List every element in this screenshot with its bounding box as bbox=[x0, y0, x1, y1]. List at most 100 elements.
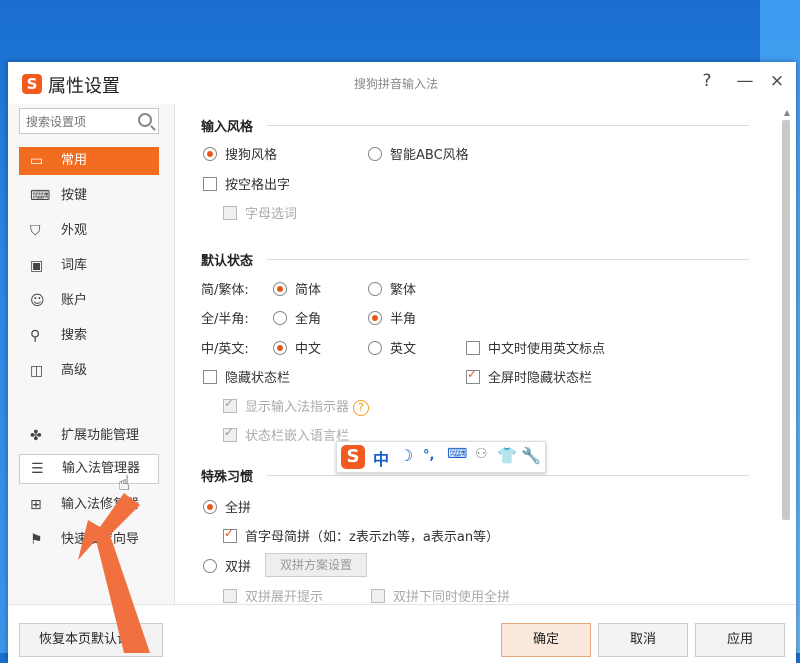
sidebar: ▭ 常用 ⌨ 按键 ⛉ 外观 ▣ 词库 ☺ 账户 ⚲ 搜索 ◫ 高级 ✤ 扩展 bbox=[8, 104, 175, 604]
show-indicator-checkbox[interactable]: 显示输入法指示器? bbox=[223, 396, 370, 416]
flag-icon: ⚑ bbox=[30, 532, 43, 548]
dialog-footer: 恢复本页默认设置 确定 取消 应用 bbox=[8, 604, 796, 663]
radio-icon bbox=[273, 341, 287, 355]
sidebar-item-label: 外观 bbox=[61, 223, 88, 238]
sidebar-item-search[interactable]: ⚲ 搜索 bbox=[19, 322, 159, 350]
checkbox-icon bbox=[466, 367, 480, 384]
wrench-icon[interactable]: 🔧 bbox=[521, 446, 541, 465]
magnifier-icon[interactable] bbox=[138, 113, 152, 127]
list-icon: ☰ bbox=[31, 461, 44, 477]
shuangpin-quanpin-checkbox[interactable]: 双拼下同时使用全拼 bbox=[371, 586, 510, 605]
fullscreen-hide-checkbox[interactable]: 全屏时隐藏状态栏 bbox=[466, 367, 592, 386]
search-input[interactable] bbox=[24, 110, 138, 134]
dialog-subtitle: 搜狗拼音输入法 bbox=[354, 77, 439, 91]
chinese-mode-icon[interactable]: 中 bbox=[373, 446, 389, 470]
user-icon[interactable]: ⚇ bbox=[475, 446, 488, 462]
sidebar-item-keys[interactable]: ⌨ 按键 bbox=[19, 182, 159, 210]
sidebar-item-label: 搜索 bbox=[61, 328, 88, 343]
sidebar-item-dictionary[interactable]: ▣ 词库 bbox=[19, 252, 159, 280]
shuangpin-hint-checkbox[interactable]: 双拼展开提示 bbox=[223, 586, 323, 605]
title-bar: S 属性设置 搜狗拼音输入法 ? — × bbox=[8, 62, 796, 104]
radio-icon bbox=[203, 500, 217, 514]
minimize-button[interactable]: — bbox=[734, 70, 756, 92]
lang-label: 中/英文: bbox=[201, 342, 249, 357]
sidebar-item-account[interactable]: ☺ 账户 bbox=[19, 287, 159, 315]
initial-abbr-checkbox[interactable]: 首字母简拼（如：z表示zh等，a表示an等） bbox=[223, 526, 499, 545]
half-width-radio[interactable]: 半角 bbox=[368, 308, 416, 327]
english-punct-checkbox[interactable]: 中文时使用英文标点 bbox=[466, 338, 605, 357]
radio-icon bbox=[368, 311, 382, 325]
ime-repair-item[interactable]: ⊞ 输入法修复器 bbox=[19, 491, 159, 519]
section-title-default-state: 默认状态 bbox=[201, 254, 254, 269]
scroll-up-icon[interactable]: ▲ bbox=[784, 108, 790, 117]
hide-status-checkbox[interactable]: 隐藏状态栏 bbox=[203, 367, 290, 386]
shuangpin-radio[interactable]: 双拼 bbox=[203, 556, 251, 575]
scrollbar-thumb[interactable] bbox=[782, 120, 790, 520]
simplified-radio[interactable]: 简体 bbox=[273, 279, 321, 298]
sidebar-item-advanced[interactable]: ◫ 高级 bbox=[19, 357, 159, 385]
shuangpin-settings-button[interactable]: 双拼方案设置 bbox=[265, 553, 368, 577]
radio-icon bbox=[273, 282, 287, 296]
checkbox-icon bbox=[371, 589, 385, 603]
settings-content: 输入风格 搜狗风格 智能ABC风格 按空格出字 字母选词 默认状态 简/繁体: … bbox=[175, 104, 771, 605]
puzzle-icon: ✤ bbox=[30, 428, 42, 444]
sidebar-item-label: 输入法管理器 bbox=[62, 461, 141, 476]
search-icon: ⚲ bbox=[30, 328, 41, 344]
help-button[interactable]: ? bbox=[696, 70, 718, 92]
divider bbox=[267, 475, 749, 476]
sidebar-item-label: 快速设置向导 bbox=[61, 532, 140, 547]
simp-trad-label: 简/繁体: bbox=[201, 283, 249, 298]
sidebar-item-appearance[interactable]: ⛉ 外观 bbox=[19, 217, 159, 245]
checkbox-icon bbox=[223, 206, 237, 220]
close-button[interactable]: × bbox=[766, 70, 788, 92]
letter-select-checkbox[interactable]: 字母选词 bbox=[223, 203, 297, 222]
embed-lang-bar-checkbox[interactable]: 状态栏嵌入语言栏 bbox=[223, 425, 349, 444]
cancel-button[interactable]: 取消 bbox=[598, 623, 688, 657]
sogou-logo-icon[interactable]: S bbox=[341, 445, 365, 469]
checkbox-icon bbox=[203, 370, 217, 384]
radio-icon bbox=[273, 311, 287, 325]
sogou-style-radio[interactable]: 搜狗风格 bbox=[203, 144, 277, 163]
monitor-icon: ▭ bbox=[30, 153, 44, 169]
book-icon: ▣ bbox=[30, 258, 44, 274]
checkbox-icon bbox=[223, 526, 237, 543]
quick-setup-item[interactable]: ⚑ 快速设置向导 bbox=[19, 526, 159, 554]
user-icon: ☺ bbox=[30, 293, 45, 309]
ime-status-bar[interactable]: S 中 ☽ °, ⌨ ⚇ 👕 🔧 bbox=[336, 441, 546, 473]
shirt-icon[interactable]: 👕 bbox=[497, 446, 517, 465]
quanpin-radio[interactable]: 全拼 bbox=[203, 497, 251, 516]
extension-manager-item[interactable]: ✤ 扩展功能管理 bbox=[19, 422, 159, 450]
settings-search bbox=[19, 108, 159, 134]
sidebar-item-label: 账户 bbox=[61, 293, 88, 308]
moon-icon[interactable]: ☽ bbox=[399, 446, 413, 465]
space-output-checkbox[interactable]: 按空格出字 bbox=[203, 174, 290, 193]
punctuation-icon[interactable]: °, bbox=[423, 448, 434, 463]
sidebar-item-common[interactable]: ▭ 常用 bbox=[19, 147, 159, 175]
traditional-radio[interactable]: 繁体 bbox=[368, 279, 416, 298]
abc-style-radio[interactable]: 智能ABC风格 bbox=[368, 144, 469, 163]
chinese-radio[interactable]: 中文 bbox=[273, 338, 321, 357]
sidebar-item-label: 高级 bbox=[61, 363, 88, 378]
sidebar-item-label: 按键 bbox=[61, 188, 88, 203]
full-width-radio[interactable]: 全角 bbox=[273, 308, 321, 327]
shirt-icon: ⛉ bbox=[30, 223, 41, 239]
width-label: 全/半角: bbox=[201, 312, 249, 327]
checkbox-icon bbox=[203, 177, 217, 191]
apply-button[interactable]: 应用 bbox=[695, 623, 785, 657]
restore-defaults-button[interactable]: 恢复本页默认设置 bbox=[19, 623, 163, 657]
radio-icon bbox=[203, 559, 217, 573]
keyboard-icon[interactable]: ⌨ bbox=[447, 446, 467, 462]
radio-icon bbox=[368, 341, 382, 355]
ok-button[interactable]: 确定 bbox=[501, 623, 591, 657]
section-title-input-style: 输入风格 bbox=[201, 120, 254, 135]
section-title-habits: 特殊习惯 bbox=[201, 470, 254, 485]
english-radio[interactable]: 英文 bbox=[368, 338, 416, 357]
checkbox-icon bbox=[223, 396, 237, 413]
sidebar-item-label: 输入法修复器 bbox=[61, 497, 140, 512]
sidebar-item-label: 扩展功能管理 bbox=[61, 428, 140, 443]
checkbox-icon bbox=[223, 589, 237, 603]
sogou-logo-icon: S bbox=[22, 74, 42, 94]
help-icon[interactable]: ? bbox=[353, 400, 370, 416]
ime-manager-item[interactable]: ☰ 输入法管理器 bbox=[19, 454, 159, 484]
dialog-title: 属性设置 bbox=[48, 76, 120, 97]
